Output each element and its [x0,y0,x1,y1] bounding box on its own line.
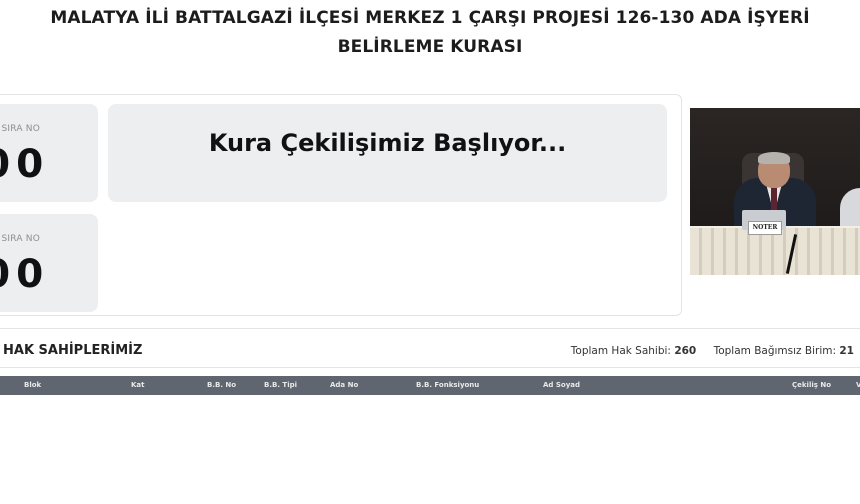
column-header-unit-no[interactable]: B.B. No [207,381,236,389]
unit-sequence-counter: İM SIRA NO 00 [0,214,98,312]
notary-nameplate: NOTER [748,221,782,235]
unit-sequence-counter-label: İM SIRA NO [0,234,40,244]
total-owners-value: 260 [674,345,697,357]
column-header-parcel-no[interactable]: Ada No [330,381,358,389]
table-header: Blok Kat B.B. No B.B. Tipi Ada No B.B. F… [0,376,860,395]
page-title: MALATYA İLİ BATTALGAZİ İLÇESİ MERKEZ 1 Ç… [0,4,860,62]
column-header-unit-type[interactable]: B.B. Tipi [264,381,297,389]
draw-message-box: Kura Çekilişimiz Başlıyor... [108,104,667,202]
sequence-counter-label: SIRA NO [1,124,40,134]
column-header-full-name[interactable]: Ad Soyad [543,381,580,389]
participants-stats: Toplam Hak Sahibi: 260 Toplam Bağımsız B… [571,345,860,357]
column-header-unit-function[interactable]: B.B. Fonksiyonu [416,381,479,389]
unit-sequence-counter-value: 00 [0,252,50,297]
sequence-counter: SIRA NO 00 [0,104,98,202]
table [690,228,860,275]
sequence-counter-value: 00 [0,142,50,187]
column-header-overflow[interactable]: V [856,381,860,389]
live-video-feed: NOTER [690,108,860,275]
column-header-draw-no[interactable]: Çekiliş No [792,381,831,389]
page-title-line-1: MALATYA İLİ BATTALGAZİ İLÇESİ MERKEZ 1 Ç… [50,8,810,28]
participants-title: HAK SAHİPLERİMİZ [3,343,143,358]
page-title-line-2: BELİRLEME KURASI [337,37,523,57]
total-units-label: Toplam Bağımsız Birim: [713,345,837,357]
column-header-block[interactable]: Blok [24,381,41,389]
column-header-floor[interactable]: Kat [131,381,145,389]
total-units-value: 21 [839,345,854,357]
total-owners-label: Toplam Hak Sahibi: [570,345,671,357]
draw-message: Kura Çekilişimiz Başlıyor... [208,129,567,157]
